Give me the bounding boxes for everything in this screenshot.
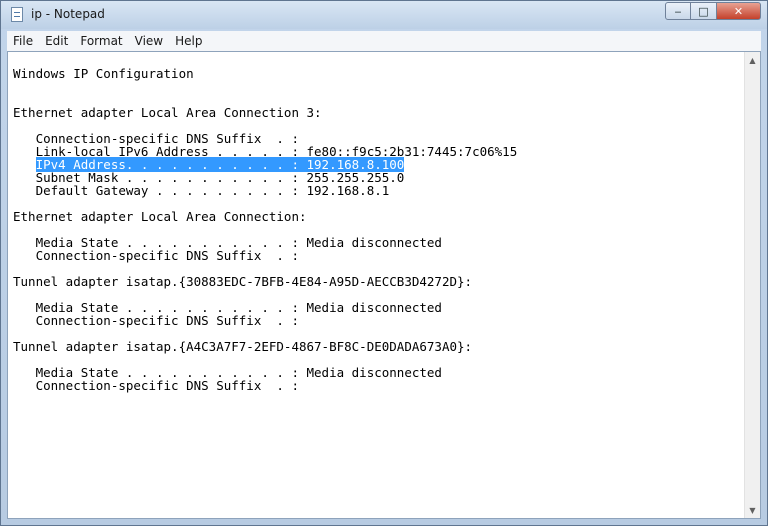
minimize-icon: ‒ bbox=[674, 4, 682, 18]
document-text[interactable]: Windows IP Configuration Ethernet adapte… bbox=[8, 52, 745, 518]
title-bar[interactable]: ip - Notepad ‒ □ ✕ bbox=[1, 1, 767, 29]
text-line: Ethernet adapter Local Area Connection 3… bbox=[13, 105, 322, 120]
text-line: Windows IP Configuration bbox=[13, 66, 194, 81]
arrow-up-icon: ▲ bbox=[749, 55, 756, 65]
text-line: Tunnel adapter isatap.{A4C3A7F7-2EFD-486… bbox=[13, 339, 473, 354]
text-line: Ethernet adapter Local Area Connection: bbox=[13, 209, 307, 224]
maximize-button[interactable]: □ bbox=[691, 2, 717, 20]
window-controls: ‒ □ ✕ bbox=[665, 2, 761, 20]
menu-format[interactable]: Format bbox=[74, 31, 128, 51]
menu-help[interactable]: Help bbox=[169, 31, 208, 51]
menu-edit[interactable]: Edit bbox=[39, 31, 74, 51]
vertical-scrollbar[interactable]: ▲ ▼ bbox=[744, 52, 760, 518]
text-line: Connection-specific DNS Suffix . : bbox=[13, 248, 299, 263]
text-line: Tunnel adapter isatap.{30883EDC-7BFB-4E8… bbox=[13, 274, 473, 289]
text-line: Default Gateway . . . . . . . . . : 192.… bbox=[13, 183, 390, 198]
notepad-icon[interactable] bbox=[11, 7, 23, 22]
close-button[interactable]: ✕ bbox=[717, 2, 761, 20]
arrow-down-icon: ▼ bbox=[749, 505, 756, 515]
close-icon: ✕ bbox=[733, 4, 744, 18]
notepad-window: ip - Notepad ‒ □ ✕ File Edit Format View… bbox=[0, 0, 768, 526]
scroll-down-button[interactable]: ▼ bbox=[745, 502, 760, 518]
menu-file[interactable]: File bbox=[7, 31, 39, 51]
text-editor[interactable]: Windows IP Configuration Ethernet adapte… bbox=[7, 51, 761, 519]
menu-bar: File Edit Format View Help bbox=[7, 31, 761, 51]
maximize-icon: □ bbox=[698, 4, 709, 18]
menu-view[interactable]: View bbox=[129, 31, 169, 51]
minimize-button[interactable]: ‒ bbox=[665, 2, 691, 20]
scroll-up-button[interactable]: ▲ bbox=[745, 52, 760, 68]
window-title: ip - Notepad bbox=[31, 7, 105, 21]
text-line: Connection-specific DNS Suffix . : bbox=[13, 313, 299, 328]
text-line: Connection-specific DNS Suffix . : bbox=[13, 378, 299, 393]
